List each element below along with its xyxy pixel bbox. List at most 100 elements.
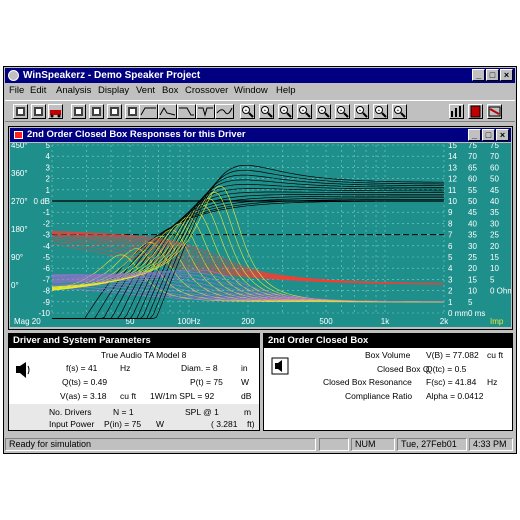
zoom-button[interactable]: + <box>278 104 293 119</box>
fs-value[interactable]: f(s) = 41 <box>66 363 97 373</box>
delay-tick-label: 50 <box>468 197 477 206</box>
spl-distance-ft[interactable]: ( 3.281 <box>211 419 237 429</box>
x-tick-label: 500 <box>319 317 333 326</box>
lowpass-button[interactable] <box>177 104 196 119</box>
zoom-button[interactable]: + <box>335 104 350 119</box>
driver-panel: Driver and System Parameters True Audio … <box>8 333 260 431</box>
delay-tick-label: 25 <box>468 253 477 262</box>
qts-value[interactable]: Q(ts) = 0.49 <box>62 377 107 387</box>
delay-tick-label: 40 <box>468 219 477 228</box>
power-value[interactable]: P(in) = 75 <box>104 419 141 429</box>
lowpass-icon <box>179 107 194 116</box>
app-window: WinSpeakerz - Demo Speaker Project _ □ ×… <box>3 66 517 454</box>
db-tick-label: -6 <box>43 264 51 273</box>
zoom-icon: + <box>280 106 292 118</box>
zoom-button[interactable]: + <box>316 104 331 119</box>
cabinet-icon <box>74 107 83 116</box>
menu-display[interactable]: Display <box>98 84 129 98</box>
excursion-tick-label: 6 <box>448 242 453 251</box>
spl-value[interactable]: 1W/1m SPL = 92 <box>150 391 214 401</box>
db-tick-label: 3 <box>46 163 51 172</box>
minimize-button[interactable]: _ <box>472 69 485 81</box>
graph-button[interactable] <box>449 104 464 119</box>
chart-window-icon[interactable] <box>14 131 23 139</box>
open-icon <box>16 107 25 116</box>
menu-file[interactable]: File <box>9 84 24 98</box>
box-param-unit: Hz <box>487 377 498 387</box>
zoom-icon: + <box>299 106 311 118</box>
svg-text:+: + <box>359 108 362 114</box>
db-tick-label: 1 <box>46 186 51 195</box>
box-button[interactable] <box>125 104 140 119</box>
delay-tick-label: 30 <box>468 242 477 251</box>
menu-edit[interactable]: Edit <box>30 84 46 98</box>
db-tick-label: -7 <box>43 275 51 284</box>
open-button[interactable] <box>13 104 28 119</box>
calc-button[interactable] <box>468 104 483 119</box>
diam-value[interactable]: Diam. = 8 <box>181 363 218 373</box>
title-bar[interactable]: WinSpeakerz - Demo Speaker Project _ □ × <box>5 68 515 83</box>
cabinet-button[interactable] <box>71 104 86 119</box>
delay-tick-label: 75 <box>468 143 477 150</box>
close-button[interactable]: × <box>500 69 513 81</box>
excursion-tick-label: 0 mm <box>448 309 468 318</box>
excursion-tick-label: 2 <box>448 287 453 296</box>
phase-tick-label: 180° <box>11 225 28 234</box>
chart-close-button[interactable]: × <box>496 129 509 141</box>
speaker-icon <box>15 361 31 378</box>
box-param-value[interactable]: Alpha = 0.0412 <box>426 391 483 401</box>
box-icon <box>128 107 137 116</box>
impedance-tick-label: 0 Ohm <box>490 287 511 296</box>
menu-vent[interactable]: Vent <box>136 84 155 98</box>
app-icon[interactable] <box>8 70 19 81</box>
car-button[interactable] <box>48 104 63 119</box>
zoom-button[interactable]: + <box>373 104 388 119</box>
excursion-tick-label: 15 <box>448 143 457 150</box>
impedance-tick-label: 60 <box>490 163 499 172</box>
drivers-value[interactable]: N = 1 <box>113 407 134 417</box>
zoom-button[interactable]: + <box>392 104 407 119</box>
flag-button[interactable] <box>487 104 502 119</box>
diam-unit: in <box>241 363 248 373</box>
highpass-button[interactable] <box>139 104 158 119</box>
menu-window[interactable]: Window <box>234 84 268 98</box>
impedance-tick-label: 70 <box>490 152 499 161</box>
zoom-button[interactable]: + <box>297 104 312 119</box>
zoom-button[interactable]: + <box>240 104 255 119</box>
pt-value[interactable]: P(t) = 75 <box>190 377 223 387</box>
spl-distance-unit: ft) <box>247 419 255 429</box>
bandpass-button[interactable] <box>158 104 177 119</box>
menu-box[interactable]: Box <box>162 84 178 98</box>
menu-analysis[interactable]: Analysis <box>56 84 91 98</box>
chart-minimize-button[interactable]: _ <box>468 129 481 141</box>
response-plot[interactable]: 543210 dB -1 -2 -3 -4 -5 -6 -7 -8 -9 -10 450° 360° 27… <box>10 141 514 327</box>
vent-button[interactable] <box>107 104 122 119</box>
chart-title-bar[interactable]: 2nd Order Closed Box Responses for this … <box>10 128 511 142</box>
notch-button[interactable] <box>196 104 215 119</box>
delay-tick-label: 5 <box>468 298 473 307</box>
box-param-value[interactable]: F(sc) = 41.84 <box>426 377 476 387</box>
excursion-tick-label: 11 <box>448 186 457 195</box>
status-time: 4:33 PM <box>469 438 513 451</box>
new-button[interactable] <box>31 104 46 119</box>
menu-crossover[interactable]: Crossover <box>185 84 228 98</box>
bandpass-icon <box>159 107 176 116</box>
svg-text:+: + <box>302 108 305 114</box>
zoom-icon: + <box>394 106 406 118</box>
zoom-button[interactable]: + <box>354 104 369 119</box>
box-param-value[interactable]: V(B) = 77.082 <box>426 350 479 360</box>
vas-value[interactable]: V(as) = 3.18 <box>60 391 107 401</box>
box-param-value[interactable]: Q(tc) = 0.5 <box>426 364 466 374</box>
curve-button[interactable] <box>215 104 234 119</box>
maximize-button[interactable]: □ <box>486 69 499 81</box>
impedance-tick-label: 45 <box>490 186 499 195</box>
impedance-tick-label: 30 <box>490 219 499 228</box>
excursion-tick-label: 14 <box>448 152 457 161</box>
zoom-button[interactable]: + <box>259 104 274 119</box>
save-button[interactable] <box>89 104 104 119</box>
driver-model: True Audio TA Model 8 <box>101 350 187 360</box>
chart-maximize-button[interactable]: □ <box>482 129 495 141</box>
delay-tick-label: 0 ms <box>468 309 485 318</box>
menu-help[interactable]: Help <box>276 84 296 98</box>
db-tick-label: 2 <box>46 175 51 184</box>
